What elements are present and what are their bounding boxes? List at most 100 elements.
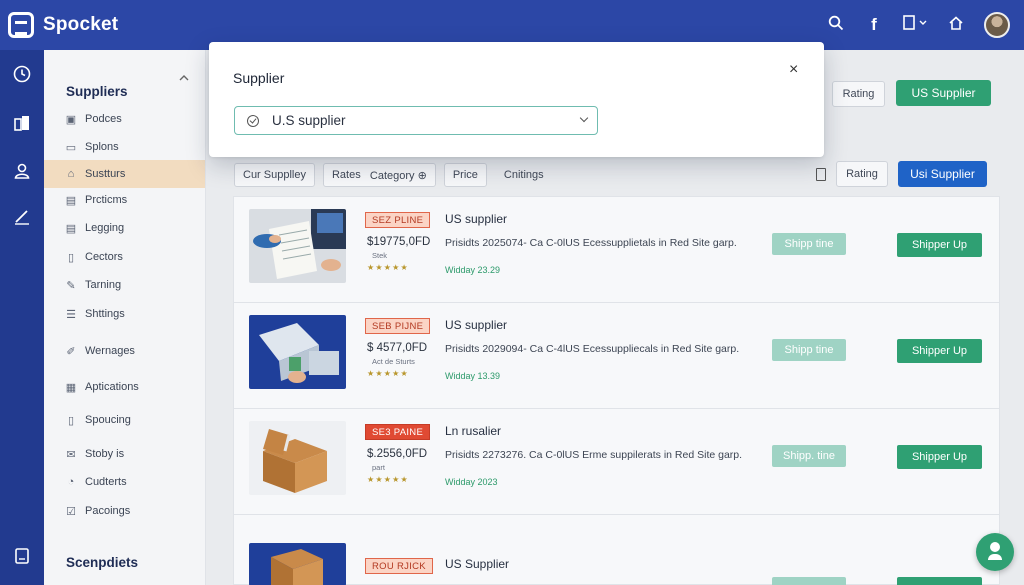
product-image <box>249 315 346 389</box>
sidebar-item-spoucing[interactable]: ▯ Spoucing <box>44 406 205 434</box>
product-list: SEZ PLINE $19775,0FD Stek ★★★★★ US suppl… <box>233 196 1000 585</box>
filter-chip-price[interactable]: Price <box>443 163 487 187</box>
sidebar-heading: Suppliers <box>66 84 128 99</box>
document-icon[interactable] <box>816 168 826 181</box>
shipper-up-button[interactable]: Shipper Up <box>897 339 982 363</box>
edit-icon[interactable] <box>8 207 36 235</box>
product-badge: ROU RJICK <box>365 558 433 574</box>
product-title[interactable]: US supplier <box>445 318 507 332</box>
modal-title: Supplier <box>233 70 285 86</box>
supplier-select[interactable]: U.S supplier <box>234 106 598 135</box>
ship-time-button[interactable]: Shipp tine <box>772 339 846 361</box>
sidebar-item-legging[interactable]: ▤ Legging <box>44 214 205 242</box>
product-title[interactable]: Ln rusalier <box>445 424 501 438</box>
top-icons: f <box>826 0 1010 50</box>
pen-icon: ✐ <box>66 345 76 358</box>
file-icon: ▯ <box>67 251 75 264</box>
ship-time-button[interactable]: Shipp tine <box>772 233 846 255</box>
product-description: Prisidts 2029094- Ca C-4lUS Ecessuppliec… <box>445 343 740 355</box>
shipper-up-button[interactable]: Shipper Up <box>897 233 982 257</box>
check-circle-icon <box>247 114 259 127</box>
left-rail <box>0 50 44 585</box>
home-icon[interactable] <box>946 15 966 36</box>
filter-chip-supplier[interactable]: Cur Supplley <box>234 163 315 187</box>
chevron-down-icon[interactable] <box>579 113 589 123</box>
sidebar-item-prcticms[interactable]: ▤ Prcticms <box>44 186 205 214</box>
sidebar-item-label: Tarning <box>85 279 122 291</box>
sidebar-item-label: Spoucing <box>85 414 131 426</box>
filter-chip-rates-category[interactable]: Rates Category ⊕ <box>322 163 436 187</box>
sidebar-item-label: Stoby is <box>85 448 125 460</box>
document-dropdown-icon[interactable] <box>902 14 928 36</box>
product-row[interactable]: SEB PIJNE $ 4577,0FD Act de Sturts ★★★★★… <box>234 303 999 409</box>
sidebar-item-stoby-is[interactable]: ✉ Stoby is <box>44 440 205 468</box>
list-icon: ▤ <box>65 194 77 207</box>
sidebar-item-aptications[interactable]: ▦ Aptications <box>44 373 205 401</box>
device-icon[interactable] <box>8 546 36 574</box>
sidebar-item-sustturs[interactable]: ⌂ Sustturs <box>44 160 205 188</box>
avatar[interactable] <box>984 12 1010 38</box>
product-image <box>249 421 346 495</box>
product-image <box>249 209 346 283</box>
supplier-select-value: U.S supplier <box>272 113 346 128</box>
sidebar-item-label: Prcticms <box>85 194 128 206</box>
product-image <box>249 543 346 585</box>
shipper-up-button[interactable]: Shipper Up <box>897 445 982 469</box>
filter-chip-category: Category ⊕ <box>369 169 427 182</box>
sidebar-item-wernages[interactable]: ✐ Wernages <box>44 337 205 365</box>
product-date: Widday 2023 <box>445 477 498 487</box>
sidebar-item-label: Wernages <box>85 345 135 357</box>
product-date: Widday 13.39 <box>445 371 501 381</box>
chevron-up-icon[interactable] <box>179 71 189 85</box>
product-price: $ 4577,0FD <box>367 342 428 354</box>
us-supplier-button[interactable]: Usi Supplier <box>898 161 987 187</box>
product-subtext: Stek <box>372 251 388 260</box>
sidebar-item-shttings[interactable]: ☰ Shttings <box>44 300 205 328</box>
product-row[interactable]: SEZ PLINE $19775,0FD Stek ★★★★★ US suppl… <box>234 197 999 303</box>
shipper-up-button[interactable] <box>897 577 982 585</box>
sidebar-item-cectors[interactable]: ▯ Cectors <box>44 243 205 271</box>
sidebar-item-podces[interactable]: ▣ Podces <box>44 105 205 133</box>
star-rating: ★★★★★ <box>367 263 409 272</box>
user-icon[interactable] <box>8 161 36 189</box>
brand[interactable]: Spocket <box>8 12 118 38</box>
sidebar-item-label: Pacoings <box>85 505 131 517</box>
product-title[interactable]: US Supplier <box>445 557 509 571</box>
documents-icon[interactable] <box>8 113 36 141</box>
product-row[interactable]: ROU RJICK US Supplier <box>234 515 999 585</box>
sidebar-item-label: Cectors <box>85 251 123 263</box>
list-icon: ▤ <box>65 222 77 235</box>
sidebar-item-splons[interactable]: ▭ Splons <box>44 133 205 161</box>
sidebar-item-label: Aptications <box>85 381 139 393</box>
us-supplier-button-top[interactable]: US Supplier <box>896 80 991 106</box>
product-description: Prisidts 2273276. Ca C-0lUS Erme suppile… <box>445 449 743 461</box>
sidebar-item-tarning[interactable]: ✎ Tarning <box>44 271 205 299</box>
spocket-logo-icon <box>8 12 34 38</box>
product-badge: SE3 PAINE <box>365 424 431 440</box>
sidebar-item-label: Splons <box>85 141 119 153</box>
product-row[interactable]: SE3 PAINE $.2556,0FD part ★★★★★ Ln rusal… <box>234 409 999 515</box>
star-rating: ★★★★★ <box>367 369 409 378</box>
sidebar-item-label: Shttings <box>85 308 125 320</box>
product-date: Widday 23.29 <box>445 265 501 275</box>
search-icon[interactable] <box>826 15 846 36</box>
sidebar-footer-heading: Scenpdiets <box>66 555 139 570</box>
rating-button-top[interactable]: Rating <box>832 81 885 107</box>
sidebar-item-pacoings[interactable]: ☑ Pacoings <box>44 497 205 525</box>
rating-button[interactable]: Rating <box>836 161 888 187</box>
support-fab-icon[interactable] <box>976 533 1014 571</box>
ship-time-button[interactable]: Shipp. tine <box>772 445 846 467</box>
product-subtext: part <box>372 463 385 472</box>
product-price: $19775,0FD <box>367 236 431 248</box>
close-icon[interactable]: × <box>789 61 798 79</box>
sidebar-item-label: Sustturs <box>85 168 126 180</box>
facebook-icon[interactable]: f <box>864 15 884 35</box>
clock-icon[interactable] <box>8 64 36 92</box>
clock-icon: ◔ <box>67 476 75 488</box>
grid-icon: ▦ <box>65 381 77 394</box>
sidebar-item-cudterts[interactable]: ◔ Cudterts <box>44 468 205 496</box>
filter-chip-listings[interactable]: Cnitings <box>495 163 553 187</box>
sidebar-item-label: Podces <box>85 113 122 125</box>
ship-time-button[interactable] <box>772 577 846 585</box>
product-title[interactable]: US supplier <box>445 212 507 226</box>
